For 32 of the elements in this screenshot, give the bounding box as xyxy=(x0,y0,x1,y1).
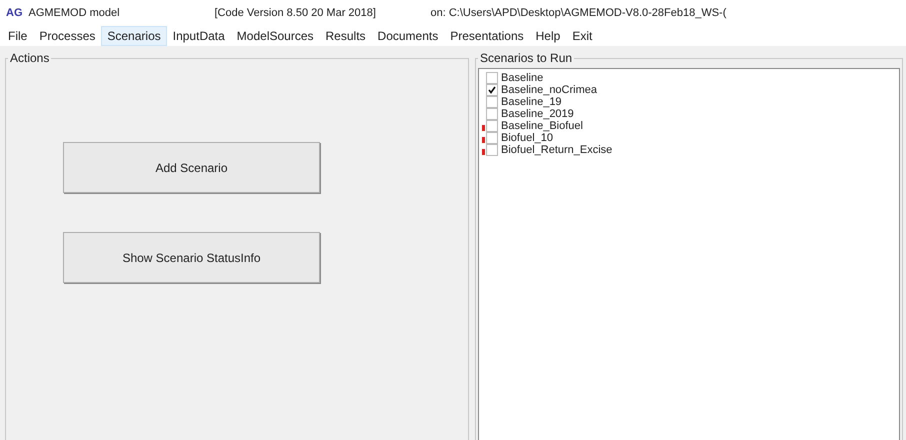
scenario-label: Biofuel_10 xyxy=(501,132,553,144)
checkbox[interactable] xyxy=(486,96,498,108)
action-button[interactable]: Show Scenario StatusInfo xyxy=(63,232,320,283)
scenario-label: Baseline xyxy=(501,72,544,84)
app-logo: AG xyxy=(6,7,22,19)
action-button[interactable]: Add Scenario xyxy=(63,142,320,193)
checkbox[interactable] xyxy=(486,132,498,144)
menu-item[interactable]: Help xyxy=(530,26,566,46)
scenario-label: Baseline_2019 xyxy=(501,108,574,120)
code-version: [Code Version 8.50 20 Mar 2018] xyxy=(214,7,377,19)
scenario-label: Baseline_Biofuel xyxy=(501,120,583,132)
scenario-label: Biofuel_Return_Excise xyxy=(501,144,612,156)
menu-item[interactable]: Exit xyxy=(566,26,598,46)
group-title: Scenarios to Run xyxy=(478,51,574,65)
menu-item[interactable]: Documents xyxy=(372,26,444,46)
menu-item[interactable]: Results xyxy=(320,26,372,46)
menu-item[interactable]: InputData xyxy=(166,26,231,46)
scenario-label: Baseline_noCrimea xyxy=(501,84,597,96)
scenario-label: Baseline_19 xyxy=(501,96,562,108)
menu-item[interactable]: ModelSources xyxy=(230,26,320,46)
checkbox[interactable] xyxy=(486,72,498,84)
checkbox[interactable] xyxy=(486,108,498,120)
menu-item[interactable]: File xyxy=(2,26,34,46)
menu-item[interactable]: Presentations xyxy=(444,26,530,46)
checkbox[interactable] xyxy=(486,120,498,132)
project-path: on: C:\Users\APD\Desktop\AGMEMOD-V8.0-28Feb18_WS-( xyxy=(430,7,726,19)
checkbox[interactable] xyxy=(486,144,498,156)
menu-item[interactable]: Scenarios xyxy=(101,26,167,46)
group-title: Actions xyxy=(8,51,52,65)
menu-item[interactable]: Processes xyxy=(33,26,102,46)
checkbox[interactable] xyxy=(486,84,498,96)
window-title: AGMEMOD model xyxy=(28,7,121,19)
